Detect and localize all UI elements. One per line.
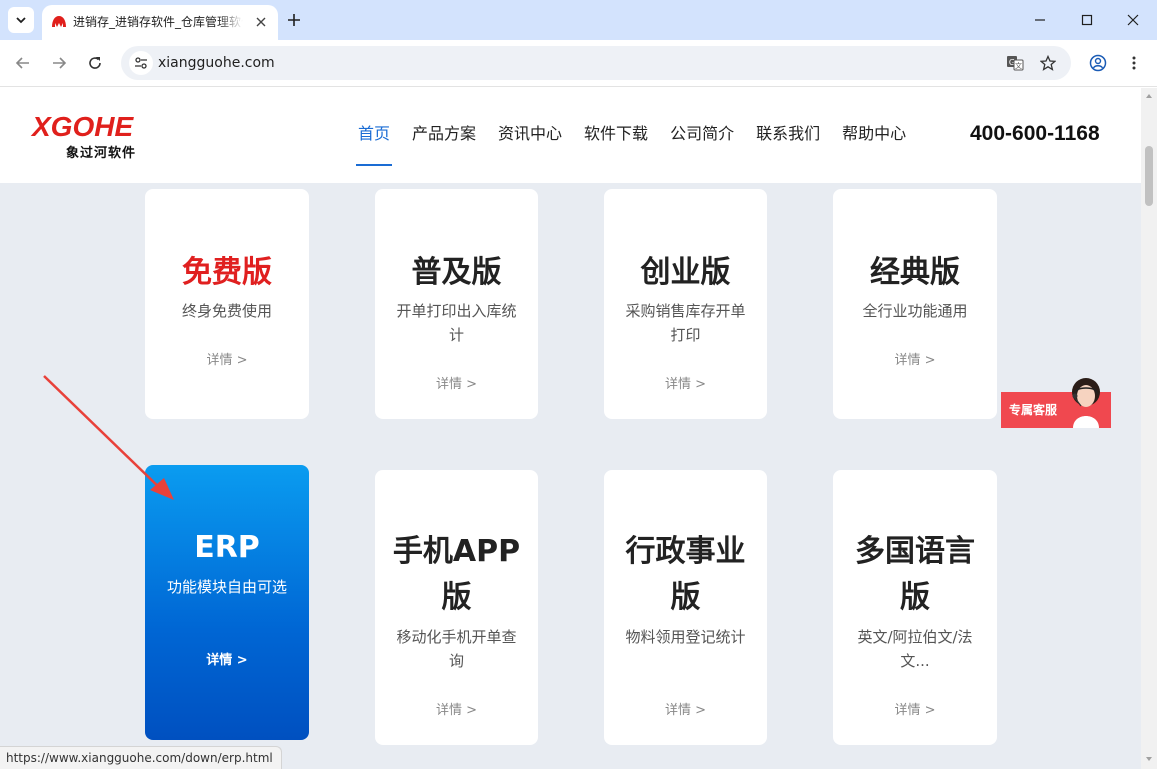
status-bar-url: https://www.xiangguohe.com/down/erp.html bbox=[0, 746, 282, 769]
card-desc: 采购销售库存开单打印 bbox=[625, 302, 746, 344]
account-icon bbox=[1089, 54, 1107, 72]
nav-item-about[interactable]: 公司简介 bbox=[670, 123, 734, 167]
more-vert-icon bbox=[1132, 56, 1136, 70]
card-details-link[interactable]: 详情 > bbox=[833, 352, 997, 370]
site-logo[interactable]: XGOHE 象过河软件 bbox=[30, 112, 165, 162]
new-tab-button[interactable] bbox=[283, 9, 305, 31]
phone-number: 400-600-1168 bbox=[970, 122, 1100, 145]
product-card-free[interactable]: 免费版 终身免费使用 详情 > bbox=[145, 189, 309, 419]
window-close-button[interactable] bbox=[1121, 8, 1145, 32]
product-card-basic[interactable]: 普及版 开单打印出入库统计 详情 > bbox=[375, 189, 538, 419]
tune-icon bbox=[135, 57, 147, 69]
browser-toolbar: xiangguohe.com G文 bbox=[0, 40, 1157, 87]
nav-item-help[interactable]: 帮助中心 bbox=[842, 123, 906, 167]
card-title: 行政事业版 bbox=[625, 534, 746, 615]
nav-item-products[interactable]: 产品方案 bbox=[412, 123, 476, 167]
browser-tab-active[interactable]: 进销存_进销存软件_仓库管理软件 bbox=[42, 5, 278, 40]
close-icon bbox=[256, 17, 266, 27]
xgohe-logo: XGOHE bbox=[30, 112, 134, 142]
card-details-link[interactable]: 详情 > bbox=[145, 352, 309, 370]
scroll-up-icon[interactable] bbox=[1145, 92, 1153, 100]
site-favicon-icon bbox=[52, 16, 66, 27]
url-text[interactable]: xiangguohe.com bbox=[158, 54, 275, 72]
card-title: ERP bbox=[194, 530, 260, 565]
plus-icon bbox=[288, 14, 300, 26]
card-desc: 开单打印出入库统计 bbox=[396, 302, 517, 344]
reload-button[interactable] bbox=[83, 51, 107, 75]
main-nav: 首页 产品方案 资讯中心 软件下载 公司简介 联系我们 帮助中心 bbox=[355, 123, 928, 167]
card-title: 免费版 bbox=[182, 255, 272, 290]
card-desc: 移动化手机开单查询 bbox=[396, 628, 517, 670]
nav-item-download[interactable]: 软件下载 bbox=[584, 123, 648, 167]
page-scrollbar[interactable] bbox=[1141, 88, 1157, 769]
product-card-government[interactable]: 行政事业版 物料领用登记统计 详情 > bbox=[604, 470, 767, 745]
address-bar[interactable]: xiangguohe.com G文 bbox=[121, 46, 1071, 80]
card-details-link[interactable]: 详情 > bbox=[833, 702, 997, 720]
reload-icon bbox=[89, 57, 101, 69]
star-icon bbox=[1040, 55, 1056, 71]
nav-item-news[interactable]: 资讯中心 bbox=[498, 123, 562, 167]
product-card-mobile-app[interactable]: 手机APP版 移动化手机开单查询 详情 > bbox=[375, 470, 538, 745]
tab-title: 进销存_进销存软件_仓库管理软件 bbox=[73, 15, 243, 29]
site-info-button[interactable] bbox=[129, 51, 153, 75]
scrollbar-thumb[interactable] bbox=[1145, 146, 1153, 206]
customer-service-widget[interactable]: 专属客服 bbox=[1001, 378, 1111, 428]
svg-text:文: 文 bbox=[1015, 61, 1022, 70]
card-details-link[interactable]: 详情 > bbox=[145, 652, 309, 670]
scroll-down-icon[interactable] bbox=[1145, 755, 1153, 763]
service-label: 专属客服 bbox=[1009, 403, 1058, 417]
arrow-left-icon bbox=[15, 57, 29, 69]
card-title: 多国语言版 bbox=[855, 534, 975, 615]
svg-text:XGOHE: XGOHE bbox=[30, 112, 134, 142]
card-desc: 功能模块自由可选 bbox=[166, 578, 287, 596]
tab-close-button[interactable] bbox=[252, 13, 270, 31]
card-details-link[interactable]: 详情 > bbox=[604, 376, 767, 394]
card-details-link[interactable]: 详情 > bbox=[375, 702, 538, 720]
service-agent-avatar bbox=[1072, 378, 1100, 428]
nav-item-contact[interactable]: 联系我们 bbox=[756, 123, 820, 167]
card-desc: 物料领用登记统计 bbox=[625, 628, 746, 646]
logo-subtitle: 象过河软件 bbox=[66, 146, 137, 161]
card-desc: 英文/阿拉伯文/法文... bbox=[857, 628, 973, 670]
back-button[interactable] bbox=[11, 51, 35, 75]
card-title: 手机APP版 bbox=[392, 534, 521, 615]
card-title: 创业版 bbox=[640, 255, 731, 290]
card-title: 普及版 bbox=[411, 255, 502, 290]
maximize-button[interactable] bbox=[1075, 8, 1099, 32]
card-details-link[interactable]: 详情 > bbox=[604, 702, 767, 720]
forward-button[interactable] bbox=[47, 51, 71, 75]
card-title: 经典版 bbox=[870, 255, 960, 290]
minimize-icon bbox=[1035, 19, 1045, 21]
product-card-erp[interactable]: ERP 功能模块自由可选 详情 > bbox=[145, 465, 309, 740]
arrow-right-icon bbox=[53, 57, 67, 69]
menu-button[interactable] bbox=[1122, 51, 1146, 75]
browser-tabstrip: 进销存_进销存软件_仓库管理软件 bbox=[0, 0, 1157, 40]
nav-item-home[interactable]: 首页 bbox=[355, 123, 393, 167]
product-card-classic[interactable]: 经典版 全行业功能通用 详情 > bbox=[833, 189, 997, 419]
card-desc: 全行业功能通用 bbox=[862, 302, 968, 320]
translate-button[interactable]: G文 bbox=[1005, 53, 1025, 73]
product-card-multilanguage[interactable]: 多国语言版 英文/阿拉伯文/法文... 详情 > bbox=[833, 470, 997, 745]
close-icon bbox=[1127, 14, 1139, 26]
page-viewport: XGOHE 象过河软件 首页 产品方案 资讯中心 软件下载 公司简介 联系我们 … bbox=[0, 88, 1141, 769]
card-desc: 终身免费使用 bbox=[181, 302, 272, 320]
maximize-icon bbox=[1081, 14, 1093, 26]
translate-icon: G文 bbox=[1007, 56, 1024, 71]
minimize-button[interactable] bbox=[1028, 8, 1052, 32]
site-header: XGOHE 象过河软件 首页 产品方案 资讯中心 软件下载 公司简介 联系我们 … bbox=[0, 88, 1141, 183]
bookmark-button[interactable] bbox=[1038, 53, 1058, 73]
product-card-startup[interactable]: 创业版 采购销售库存开单打印 详情 > bbox=[604, 189, 767, 419]
profile-button[interactable] bbox=[1086, 51, 1110, 75]
tab-search-button[interactable] bbox=[8, 7, 34, 33]
chevron-down-icon bbox=[16, 17, 26, 24]
card-details-link[interactable]: 详情 > bbox=[375, 376, 538, 394]
